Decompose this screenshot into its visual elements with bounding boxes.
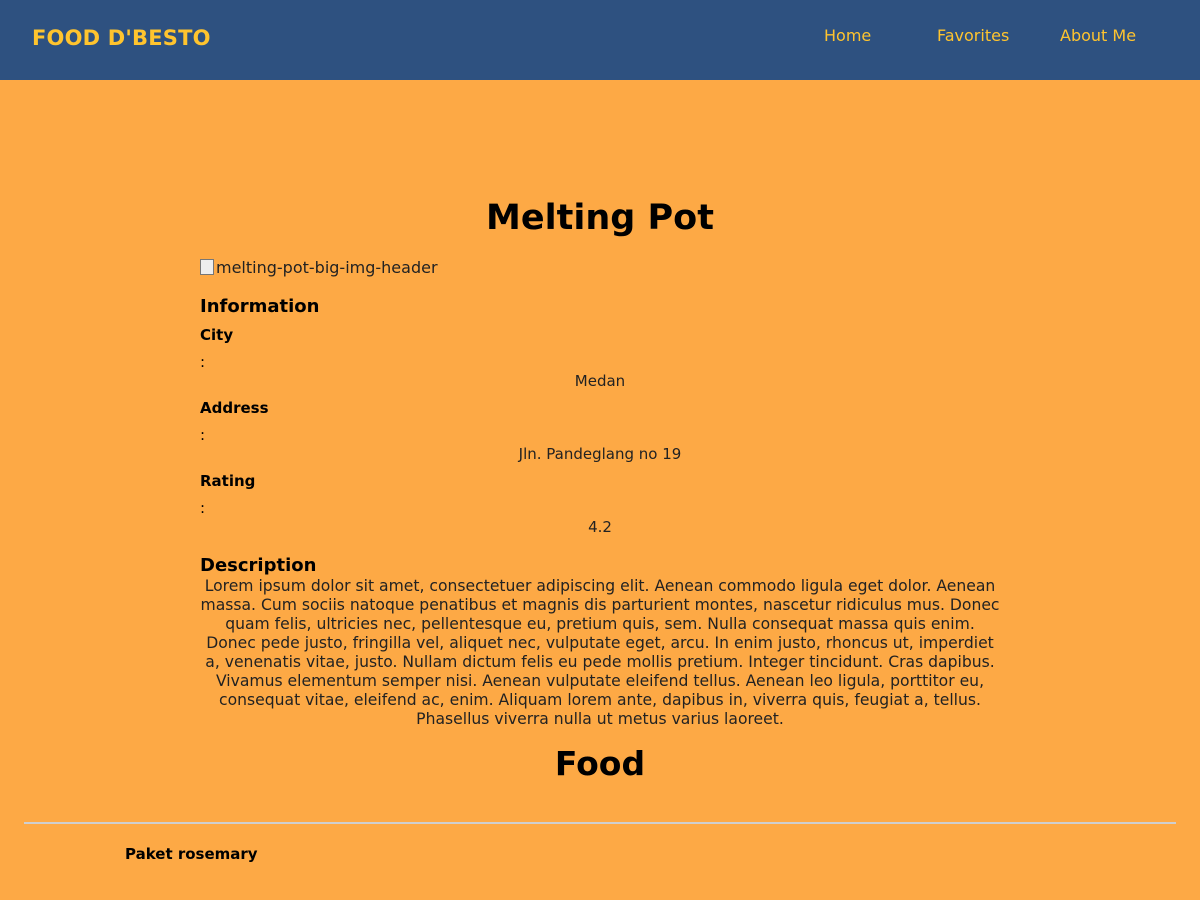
nav-favorites-link[interactable]: Favorites: [937, 26, 1009, 45]
nav-home-link[interactable]: Home: [824, 26, 871, 45]
information-heading: Information: [200, 296, 320, 317]
address-colon: :: [200, 426, 206, 444]
city-label: City: [200, 326, 234, 344]
divider: [24, 822, 1176, 824]
restaurant-image: melting-pot-big-img-header: [200, 258, 438, 277]
city-colon: :: [200, 353, 206, 371]
rating-colon: :: [200, 499, 206, 517]
address-value: Jln. Pandeglang no 19: [518, 445, 682, 463]
city-value: Medan: [574, 372, 626, 390]
description-heading: Description: [200, 555, 317, 576]
address-label: Address: [200, 399, 269, 417]
food-heading: Food: [554, 744, 646, 783]
description-text: Lorem ipsum dolor sit amet, consectetuer…: [200, 577, 1000, 728]
rating-value: 4.2: [588, 518, 612, 536]
restaurant-image-alt: melting-pot-big-img-header: [216, 258, 438, 277]
food-item: Paket rosemary: [125, 845, 258, 863]
restaurant-name: Melting Pot: [486, 198, 714, 238]
brand-logo[interactable]: FOOD D'BESTO: [32, 26, 211, 50]
rating-label: Rating: [200, 472, 256, 490]
nav-about-link[interactable]: About Me: [1060, 26, 1136, 45]
app-header: FOOD D'BESTO Home Favorites About Me: [0, 0, 1200, 80]
broken-image-icon: [200, 259, 214, 275]
